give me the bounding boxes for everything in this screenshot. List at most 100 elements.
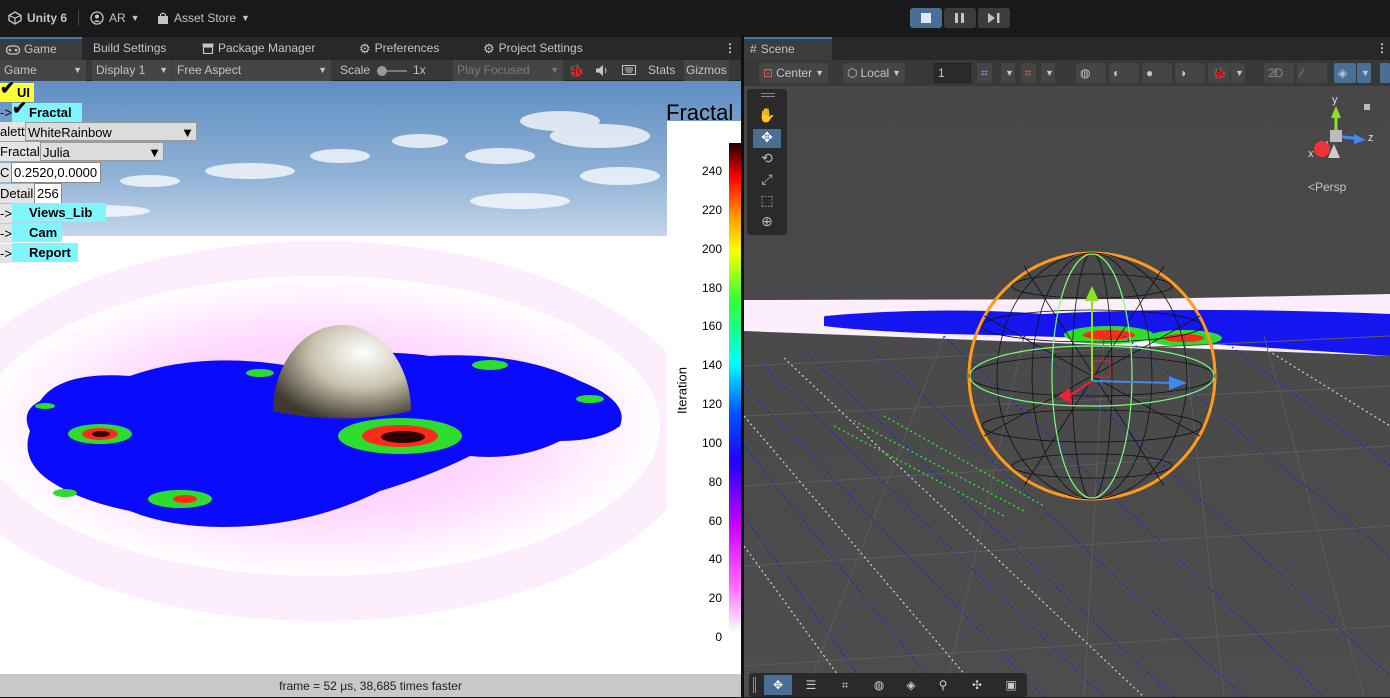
drag-handle-icon[interactable] (753, 677, 756, 693)
stats-button[interactable]: Stats (648, 60, 675, 81)
fractal-type-value: Julia (43, 145, 70, 160)
rotate-tool-icon[interactable]: ⟲ (753, 150, 781, 169)
axis-z-label: z (1368, 132, 1374, 144)
colorbar-tick-label: 220 (701, 202, 722, 217)
step-icon (988, 13, 1000, 23)
scale-tool-icon[interactable]: ⤢ (753, 171, 781, 190)
projection-toggle[interactable]: <Persp (1308, 180, 1346, 194)
mode-dropdown[interactable]: Game ▼ (0, 60, 86, 81)
tab-label: Package Manager (218, 41, 316, 55)
rect-tool-icon[interactable]: ⬚ (753, 192, 781, 211)
globe-icon[interactable]: ◍ (865, 675, 893, 695)
grid-snap-button[interactable]: ⌗ (977, 63, 992, 83)
asset-store-dropdown[interactable]: Asset Store ▼ (157, 9, 250, 27)
debug-draw-button[interactable]: 🐞 (1208, 63, 1230, 83)
fractal-type-dropdown[interactable]: Julia ▼ (40, 142, 164, 161)
chevron-down-icon: ▼ (318, 65, 327, 75)
sliders-icon[interactable]: ☰ (797, 675, 825, 695)
move-tool-icon[interactable]: ✥ (753, 129, 781, 148)
step-button[interactable] (978, 8, 1010, 28)
shading-wireframe-button[interactable]: ◍ (1076, 63, 1106, 83)
grid-size-input[interactable]: 1 (934, 63, 971, 83)
display-dropdown[interactable]: Display 1 ▼ (92, 60, 172, 81)
c-input[interactable]: 0.2520,0.0000 (11, 162, 101, 183)
more-tools-button[interactable] (1380, 63, 1390, 83)
play-mode-dropdown[interactable]: Play Focused ▼ (453, 60, 563, 81)
2d-toggle-button[interactable]: 2̸D (1264, 63, 1294, 83)
chevron-down-icon: ▼ (130, 13, 140, 23)
scale-value: 1x (413, 63, 426, 77)
detail-input[interactable]: 256 (34, 183, 62, 204)
move-tool-icon[interactable]: ✥ (764, 675, 792, 695)
palette-dropdown[interactable]: WhiteRainbow ▼ (25, 122, 197, 141)
chevron-down-icon[interactable]: ▼ (1001, 63, 1015, 83)
play-mode-label: Play Focused (457, 63, 530, 77)
tab-scene[interactable]: # Scene (744, 37, 832, 60)
chevron-down-icon: ▼ (892, 68, 902, 78)
fractal-toggle[interactable]: ✔ Fractal (12, 99, 82, 122)
views-lib-arrow: -> (0, 204, 12, 223)
scene-visibility-button[interactable]: ◈ (1334, 63, 1356, 83)
scene-panel-tabs: # Scene ⋮ (744, 37, 1390, 60)
shading-unlit-button[interactable]: ◑ (1175, 63, 1205, 83)
tab-label: Scene (760, 42, 795, 56)
navigate-icon[interactable]: ✣ (963, 675, 991, 695)
aspect-dropdown[interactable]: Free Aspect ▼ (173, 60, 331, 81)
increment-snap-button[interactable]: ⌗ (1021, 63, 1036, 83)
tab-label: Build Settings (93, 41, 167, 55)
pause-icon (955, 13, 964, 23)
chevron-down-icon: ▼ (73, 65, 82, 75)
colorbar-tick-label: 60 (708, 513, 722, 528)
axis-x-label: x (1308, 148, 1314, 160)
colorbar-gradient (729, 143, 741, 633)
hand-tool-icon[interactable]: ✋ (753, 107, 781, 126)
space-dropdown[interactable]: ⬡ Local ▼ (843, 63, 906, 83)
chevron-down-icon: ▼ (815, 68, 825, 78)
cam-toggle[interactable]: Cam (12, 223, 62, 242)
gizmos-button[interactable]: Gizmos (684, 60, 729, 81)
grid-icon[interactable]: ⌗ (831, 675, 859, 695)
shading-shaded-wire-button[interactable]: ◐ (1109, 63, 1139, 83)
half-sphere-icon: ◐ (1113, 66, 1121, 80)
lighting-toggle-button[interactable]: ⁄ (1297, 63, 1327, 83)
tab-game[interactable]: Game (0, 37, 82, 60)
shading-shaded-button[interactable]: ● (1142, 63, 1172, 83)
transform-tool-icon[interactable]: ⊕ (753, 213, 781, 232)
tab-project-settings[interactable]: ⚙ Project Settings (477, 37, 589, 60)
colorbar-tick-label: 120 (701, 397, 722, 411)
panel-menu-button[interactable]: ⋮ (1370, 37, 1390, 60)
drag-handle-icon[interactable] (761, 93, 775, 97)
chevron-down-icon[interactable]: ▼ (1231, 63, 1245, 83)
tab-build-settings[interactable]: Build Settings (87, 37, 172, 60)
orientation-gizmo[interactable]: y x z (1300, 94, 1390, 176)
audio-mute-button[interactable] (596, 60, 609, 81)
scene-view[interactable]: ✋ ✥ ⟲ ⤢ ⬚ ⊕ y x z <Persp ✥ ☰ ⌗ ◍ ◈ ⚲ ✣ ▣ (744, 86, 1390, 697)
layers-icon[interactable]: ◈ (897, 675, 925, 695)
tab-package-manager[interactable]: Package Manager (196, 37, 321, 60)
grid-hash-icon: # (750, 42, 757, 56)
dropdown-arrow-icon: ▼ (181, 125, 194, 140)
game-view[interactable]: Fractal Iteration 240 220 200 180 160 140 120 1… (0, 81, 741, 674)
keyboard-button[interactable] (622, 60, 636, 81)
account-dropdown[interactable]: AR ▼ (90, 9, 140, 27)
unity-logo-icon (8, 11, 22, 25)
2d-icon: 2̸D (1268, 66, 1284, 80)
views-lib-toggle[interactable]: Views_Lib (12, 203, 106, 222)
scale-slider[interactable] (377, 66, 407, 76)
bug-icon[interactable]: 🐞 (568, 60, 584, 81)
report-toggle[interactable]: Report (12, 243, 78, 262)
scale-slider-handle[interactable] (377, 66, 387, 76)
grid-snap-icon: ⌗ (981, 66, 988, 80)
colorbar-tick-label: 20 (708, 591, 722, 606)
search-icon[interactable]: ⚲ (929, 675, 957, 695)
colorbar-tick-label: 80 (708, 474, 722, 489)
pivot-dropdown[interactable]: ⊡ Center ▼ (759, 63, 829, 83)
play-button[interactable] (910, 8, 942, 28)
tab-preferences[interactable]: ⚙ Preferences (353, 37, 445, 60)
chevron-down-icon[interactable]: ▼ (1357, 63, 1371, 83)
panel-menu-button[interactable]: ⋮ (718, 37, 742, 60)
unity-menu[interactable]: Unity 6 (8, 9, 67, 27)
camera-icon[interactable]: ▣ (997, 675, 1025, 695)
pause-button[interactable] (944, 8, 976, 28)
chevron-down-icon[interactable]: ▼ (1041, 63, 1055, 83)
